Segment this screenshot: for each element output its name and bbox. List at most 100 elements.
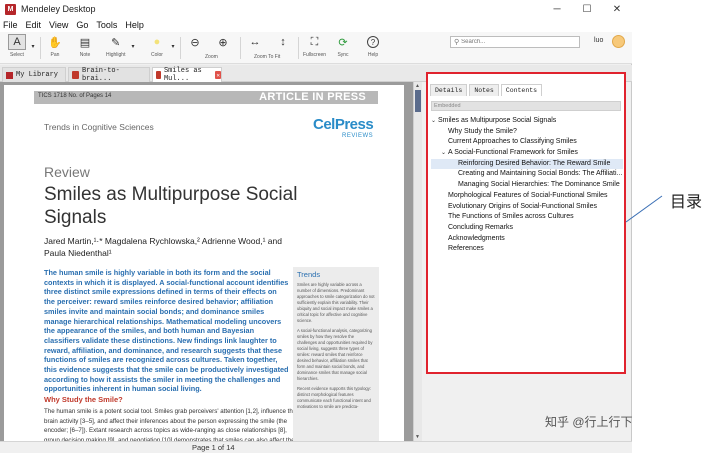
chevron-down-icon: ▾ xyxy=(31,43,35,50)
article-header-bar: TICS 1718 No. of Pages 14 ARTICLE IN PRE… xyxy=(34,91,378,104)
menu-edit[interactable]: Edit xyxy=(26,20,42,30)
toc-item[interactable]: ⌄ Smiles as Multipurpose Social Signals xyxy=(431,116,623,127)
color-swatch-icon: ● xyxy=(153,36,161,48)
highlight-tool-button[interactable]: ✎ Highlight xyxy=(106,34,125,62)
highlight-dropdown-button[interactable]: ▾ xyxy=(130,38,136,66)
panel-tabs: Details Notes Contents xyxy=(428,84,624,96)
section-heading: Why Study the Smile? xyxy=(44,395,123,404)
tab-contents[interactable]: Contents xyxy=(500,84,543,96)
avatar[interactable] xyxy=(612,35,625,48)
publisher-logo: CelPress xyxy=(313,116,374,133)
publisher-sub: REVIEWS xyxy=(342,133,374,139)
vertical-scrollbar[interactable]: ▲ ▼ xyxy=(413,82,422,441)
body-text: The human smile is a potent social tool.… xyxy=(44,408,300,441)
pdf-viewer[interactable]: TICS 1718 No. of Pages 14 ARTICLE IN PRE… xyxy=(0,82,413,441)
toc-item[interactable]: References xyxy=(431,244,623,255)
annotation-arrow xyxy=(625,195,663,223)
menu-tools[interactable]: Tools xyxy=(96,20,117,30)
chevron-down-icon[interactable]: ⌄ xyxy=(431,116,438,127)
pdf-icon xyxy=(72,71,79,79)
chevron-down-icon[interactable]: ⌄ xyxy=(441,148,448,159)
toc-item-label: Managing Social Hierarchies: The Dominan… xyxy=(458,181,620,189)
toc-tree: ⌄ Smiles as Multipurpose Social Signals Wh… xyxy=(431,116,623,370)
pdf-page[interactable]: TICS 1718 No. of Pages 14 ARTICLE IN PRE… xyxy=(4,85,404,441)
maximize-button[interactable]: ☐ xyxy=(572,0,602,18)
title-bar: M Mendeley Desktop ─ ☐ ✕ xyxy=(0,0,632,18)
tab-notes[interactable]: Notes xyxy=(469,84,499,96)
scroll-down-icon[interactable]: ▼ xyxy=(415,434,420,440)
toc-item-label: References xyxy=(448,245,484,253)
select-dropdown-button[interactable]: ▾ xyxy=(30,38,36,66)
toc-item-label: Evolutionary Origins of Social-Functiona… xyxy=(448,202,598,210)
menu-help[interactable]: Help xyxy=(125,20,144,30)
menu-bar: File Edit View Go Tools Help xyxy=(0,18,632,32)
zoom-out-button[interactable]: ⊖ xyxy=(186,34,204,62)
close-tab-icon[interactable]: ✕ xyxy=(215,71,221,79)
tab-my-library[interactable]: My Library xyxy=(2,67,66,82)
header-left: TICS 1718 No. of Pages 14 xyxy=(38,93,112,99)
help-button[interactable]: ? Help xyxy=(364,34,382,62)
toc-item-label: Reinforcing Desired Behavior: The Reward… xyxy=(458,159,611,167)
pan-tool-button[interactable]: ✋ Pan xyxy=(46,34,64,62)
note-tool-button[interactable]: ▤ Note xyxy=(76,34,94,62)
zoom-label: Zoom xyxy=(205,54,218,60)
select-tool-button[interactable]: A Select xyxy=(8,34,26,62)
chevron-down-icon: ▾ xyxy=(131,43,135,50)
toc-item[interactable]: ⌄ A Social-Functional Framework for Smile… xyxy=(431,148,623,159)
article-type: Review xyxy=(44,164,90,180)
user-name[interactable]: luo xyxy=(594,37,603,44)
toc-item[interactable]: Evolutionary Origins of Social-Functiona… xyxy=(431,202,623,213)
scroll-up-icon[interactable]: ▲ xyxy=(415,83,420,89)
zoom-in-icon: ⊕ xyxy=(218,36,228,49)
toc-item[interactable]: Creating and Maintaining Social Bonds: T… xyxy=(431,169,623,180)
toc-item[interactable]: Concluding Remarks xyxy=(431,223,623,234)
page-indicator: Page 1 of 14 xyxy=(192,443,235,452)
tab-brain-to-brain[interactable]: Brain-to-brai... xyxy=(68,67,150,83)
contents-panel: Details Notes Contents Embedded ⌄ Smiles … xyxy=(426,72,626,374)
hand-icon: ✋ xyxy=(48,36,62,49)
toc-item-label: Smiles as Multipurpose Social Signals xyxy=(438,117,557,124)
menu-view[interactable]: View xyxy=(49,20,68,30)
menu-file[interactable]: File xyxy=(3,20,18,30)
toc-item[interactable]: The Functions of Smiles across Cultures xyxy=(431,212,623,223)
toc-item[interactable]: Current Approaches to Classifying Smiles xyxy=(431,137,623,148)
note-tool-label: Note xyxy=(79,52,91,58)
tab-smiles-article[interactable]: Smiles as Mul... ✕ xyxy=(152,67,222,83)
sync-button[interactable]: ⟳ Sync xyxy=(334,34,352,62)
toc-item[interactable]: Managing Social Hierarchies: The Dominan… xyxy=(431,180,623,191)
chevron-down-icon: ▾ xyxy=(171,43,175,50)
tab-details[interactable]: Details xyxy=(430,84,468,96)
toc-item[interactable]: Why Study the Smile? xyxy=(431,127,623,138)
toc-item[interactable]: Reinforcing Desired Behavior: The Reward… xyxy=(431,158,623,170)
toc-item-label: Creating and Maintaining Social Bonds: T… xyxy=(458,170,623,178)
toc-item[interactable]: Morphological Features of Social-Functio… xyxy=(431,191,623,202)
highlight-tool-label: Highlight xyxy=(106,52,126,58)
pdf-icon xyxy=(156,71,161,79)
color-dropdown-button[interactable]: ▾ xyxy=(170,38,176,66)
close-button[interactable]: ✕ xyxy=(602,0,632,18)
toc-item-label: A Social-Functional Framework for Smiles xyxy=(448,149,578,157)
fullscreen-button[interactable]: ⛶ Fullscreen xyxy=(303,34,326,62)
toc-item-label: Concluding Remarks xyxy=(448,223,513,231)
scrollbar-thumb[interactable] xyxy=(415,90,421,112)
help-icon: ? xyxy=(367,36,379,48)
tab-label: My Library xyxy=(16,71,59,79)
color-tool-button[interactable]: ● Color xyxy=(148,34,166,62)
toc-item[interactable]: Acknowledgments xyxy=(431,234,623,245)
zoom-to-fit-label: Zoom To Fit xyxy=(254,54,281,60)
search-box[interactable]: ⚲ xyxy=(450,36,580,48)
zoom-out-icon: ⊖ xyxy=(190,36,200,49)
color-tool-label: Color xyxy=(151,52,163,58)
fullscreen-label: Fullscreen xyxy=(303,52,327,58)
sync-icon: ⟳ xyxy=(338,36,348,49)
embedded-selector[interactable]: Embedded xyxy=(431,101,621,111)
search-input[interactable] xyxy=(461,39,572,45)
menu-go[interactable]: Go xyxy=(76,20,88,30)
mendeley-logo-icon: M xyxy=(5,3,16,15)
trends-paragraph: Smiles are highly variable across a numb… xyxy=(297,282,375,323)
arrows-vertical-icon: ↕ xyxy=(280,36,286,48)
minimize-button[interactable]: ─ xyxy=(542,0,572,18)
tab-label: Smiles as Mul... xyxy=(163,67,202,83)
trends-paragraph: A social-functional analysis, categorizi… xyxy=(297,328,373,381)
arrows-horizontal-icon: ↔ xyxy=(249,36,261,48)
